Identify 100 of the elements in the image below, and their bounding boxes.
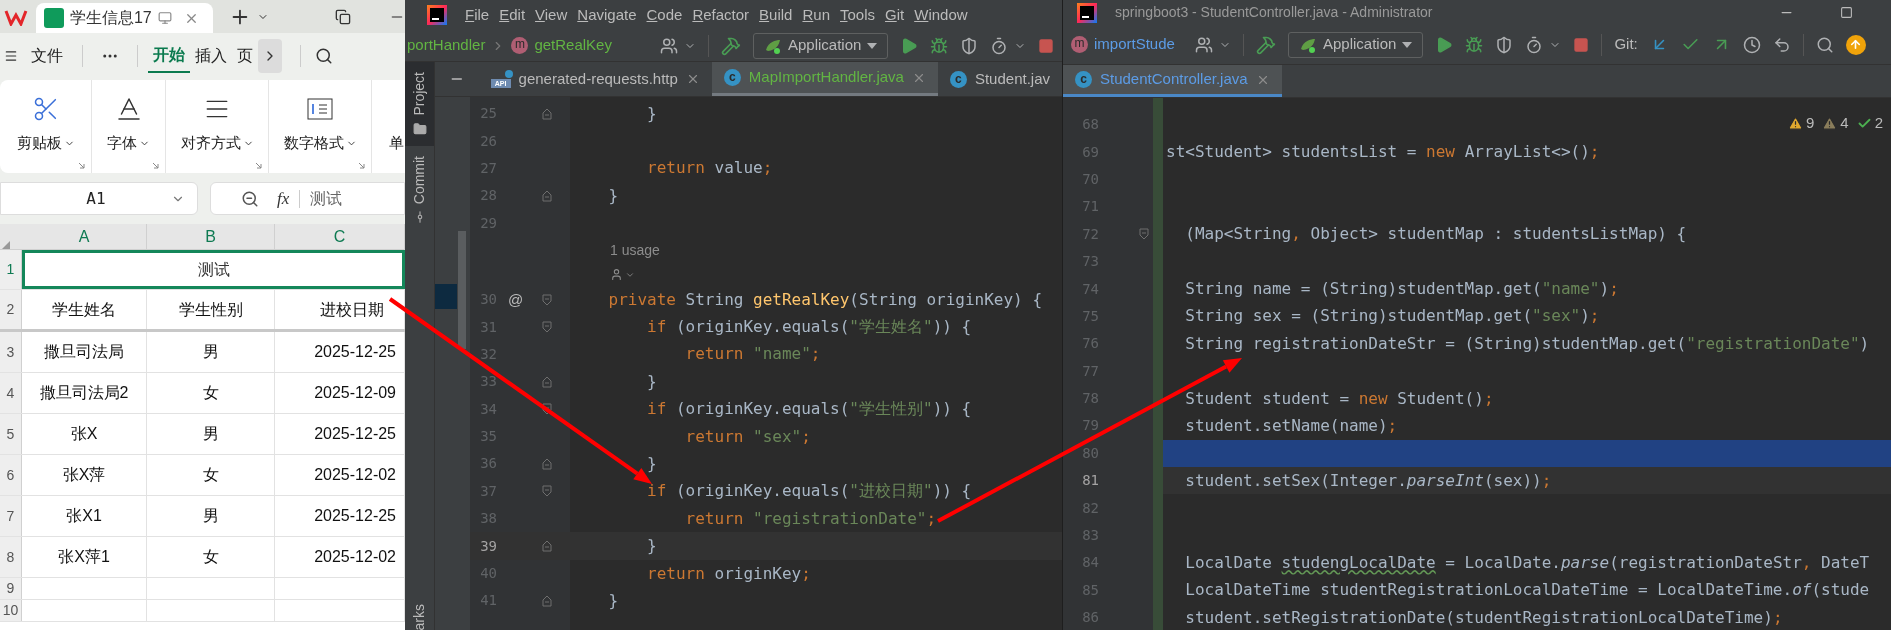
profiler-icon[interactable] <box>990 36 1009 55</box>
ribbon-group-button[interactable]: 数字格式 <box>283 132 357 155</box>
column-header[interactable]: B <box>147 224 275 249</box>
fold-icon[interactable] <box>542 594 552 607</box>
menu-item[interactable]: Code <box>646 3 683 27</box>
search-icon[interactable] <box>1815 35 1834 54</box>
table-cell[interactable]: 男 <box>147 496 275 536</box>
table-cell[interactable]: 男 <box>147 332 275 372</box>
breadcrumb-item[interactable]: m getRealKey <box>511 34 612 57</box>
table-cell[interactable]: 张X萍1 <box>22 537 147 577</box>
stop-icon[interactable] <box>1038 37 1055 54</box>
ribbon-group-button[interactable]: 剪贴板 <box>16 132 75 155</box>
debug-icon[interactable] <box>1465 35 1484 54</box>
menu-item[interactable]: File <box>465 3 490 27</box>
menu-item[interactable]: Tools <box>840 3 876 27</box>
coverage-icon[interactable] <box>1495 35 1514 54</box>
table-cell[interactable]: 撒旦司法局 <box>22 332 147 372</box>
code-editor[interactable] <box>1063 98 1891 630</box>
menu-item[interactable]: Window <box>914 3 968 27</box>
debug-icon[interactable] <box>930 36 949 55</box>
fold-icon[interactable] <box>542 293 552 306</box>
monitor-icon[interactable] <box>157 11 172 25</box>
inspection-counter[interactable]: 9 <box>1787 112 1815 135</box>
ribbon-group-button[interactable]: 字体 <box>107 132 150 155</box>
editor-tab[interactable]: c StudentController.java <box>1063 65 1282 97</box>
row-number[interactable]: 2 <box>0 290 22 329</box>
table-cell[interactable]: 男 <box>147 414 275 454</box>
code-editor[interactable] <box>470 97 1062 630</box>
menu-item[interactable]: View <box>535 3 568 27</box>
menu-tab[interactable]: 页 <box>232 38 258 73</box>
fold-icon[interactable] <box>542 485 552 498</box>
usage-hint[interactable]: 1 usage <box>610 239 660 261</box>
ribbon-group-button[interactable]: 单 <box>388 132 404 155</box>
menu-item[interactable]: Run <box>802 3 830 27</box>
menu-icon[interactable] <box>4 48 18 63</box>
stop-icon[interactable] <box>1573 36 1590 53</box>
function-label[interactable]: fx <box>277 185 290 212</box>
table-cell[interactable]: 女 <box>147 455 275 495</box>
author-icon[interactable] <box>610 268 635 282</box>
fold-icon[interactable] <box>542 189 552 202</box>
row-number[interactable]: 8 <box>0 537 22 577</box>
fold-icon[interactable] <box>542 375 552 388</box>
run-icon[interactable] <box>900 36 919 55</box>
editor-tab[interactable]: c MapImportHandler.java <box>711 62 938 96</box>
hammer-icon[interactable] <box>1256 34 1276 55</box>
fold-icon[interactable] <box>542 107 552 120</box>
row-number[interactable]: 10 <box>0 600 22 621</box>
coverage-icon[interactable] <box>960 36 979 55</box>
name-box[interactable]: A1 <box>0 182 198 215</box>
document-tab[interactable]: 学生信息17 <box>35 3 214 33</box>
header-cell[interactable]: 学生姓名 <box>22 290 147 329</box>
menu-item[interactable]: Build <box>759 3 793 27</box>
run-config-dropdown[interactable]: Application <box>1288 31 1424 58</box>
side-tool-tab[interactable]: Commit <box>405 145 434 234</box>
table-cell[interactable]: 女 <box>147 537 275 577</box>
users-icon[interactable] <box>1195 35 1213 54</box>
breadcrumb-item[interactable]: m importStude <box>1071 33 1183 56</box>
dialog-launcher-icon[interactable] <box>255 162 262 169</box>
gutter-marker[interactable]: @ <box>507 290 524 308</box>
row-number[interactable]: 5 <box>0 414 22 454</box>
formula-bar[interactable]: fx 测试 <box>210 182 405 215</box>
inspection-counter[interactable]: 2 <box>1856 112 1883 135</box>
row-number[interactable]: 6 <box>0 455 22 495</box>
fold-icon[interactable] <box>1139 228 1149 241</box>
row-number[interactable]: 4 <box>0 373 22 413</box>
menu-tab[interactable]: 插入 <box>190 38 232 73</box>
merged-title-cell[interactable]: 测试 <box>22 250 405 289</box>
dialog-launcher-icon[interactable] <box>358 162 365 169</box>
table-cell[interactable]: 张X萍 <box>22 455 147 495</box>
fold-icon[interactable] <box>542 321 552 334</box>
run-icon[interactable] <box>1435 35 1454 54</box>
row-number[interactable]: 7 <box>0 496 22 536</box>
inspection-counter[interactable]: 4 <box>1822 112 1849 135</box>
menu-item[interactable]: Refactor <box>692 3 750 27</box>
menu-tab[interactable]: 文件 <box>26 38 68 73</box>
menu-item[interactable]: Navigate <box>577 3 637 27</box>
side-tool-tab[interactable]: Project <box>405 62 434 146</box>
table-cell[interactable]: 女 <box>147 373 275 413</box>
header-cell[interactable]: 学生性别 <box>147 290 275 329</box>
ribbon-group-button[interactable]: 对齐方式 <box>180 132 254 155</box>
run-config-dropdown[interactable]: Application <box>752 32 889 59</box>
fold-icon[interactable] <box>542 403 552 416</box>
dialog-launcher-icon[interactable] <box>78 162 85 169</box>
row-number[interactable]: 9 <box>0 578 22 599</box>
hammer-icon[interactable] <box>720 35 741 56</box>
editor-tab[interactable]: c Student.jav <box>937 62 1062 96</box>
column-header[interactable]: A <box>22 224 147 249</box>
fold-icon[interactable] <box>542 540 552 553</box>
row-number[interactable]: 3 <box>0 332 22 372</box>
table-cell[interactable]: 张X <box>22 414 147 454</box>
table-cell[interactable]: 张X1 <box>22 496 147 536</box>
profiler-icon[interactable] <box>1525 35 1544 54</box>
menu-item[interactable]: Edit <box>499 3 526 27</box>
dialog-launcher-icon[interactable] <box>152 162 159 169</box>
row-number[interactable]: 1 <box>0 250 22 289</box>
menu-tab[interactable]: 开始 <box>148 38 190 73</box>
menu-item[interactable]: Git <box>885 3 905 27</box>
zoom-icon[interactable] <box>241 189 259 208</box>
history-icon[interactable] <box>1742 35 1761 54</box>
scrollbar-thumb[interactable] <box>458 231 466 349</box>
